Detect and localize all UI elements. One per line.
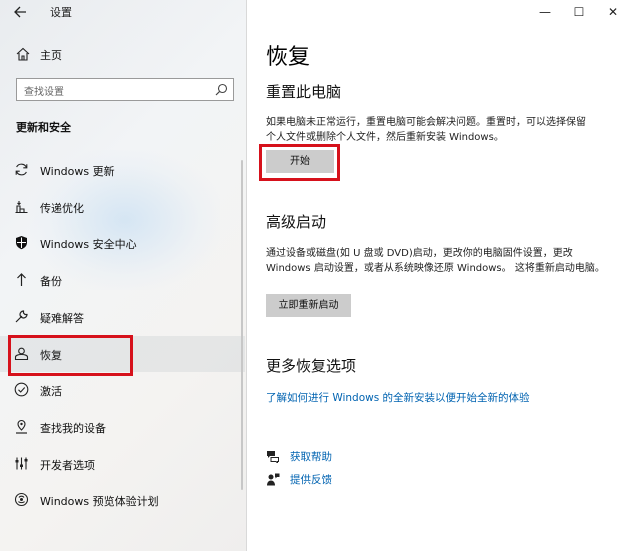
sidebar-item-label: 恢复 [40,349,62,362]
sidebar-item-activation[interactable]: 激活 [0,372,245,408]
refresh-icon [15,163,28,176]
insider-icon [14,492,29,507]
recovery-icon [14,347,29,361]
app-title: 设置 [50,6,72,19]
feedback-icon [267,473,280,486]
sidebar-item-delivery-optimization[interactable]: 传递优化 [0,189,245,225]
sidebar-item-recovery[interactable]: 恢复 [0,336,245,372]
minimize-button[interactable]: — [528,0,562,24]
sidebar-item-label: 激活 [40,385,62,398]
home-icon [16,47,30,61]
sidebar-item-backup[interactable]: 备份 [0,262,245,298]
reset-desc-line-2: 个人文件或删除个人文件，然后重新安装 Windows。 [266,132,504,143]
sidebar-item-windows-insider[interactable]: Windows 预览体验计划 [0,482,245,518]
reset-desc-line-1: 如果电脑未正常运行，重置电脑可能会解决问题。重置时，可以选择保留 [266,117,586,128]
back-arrow-icon [14,6,26,18]
home-nav-item[interactable]: 主页 [0,42,245,66]
reset-pc-heading: 重置此电脑 [266,83,342,101]
sidebar-item-label: Windows 安全中心 [40,238,137,251]
search-settings-input[interactable]: 查找设置 [16,78,234,101]
close-icon: ✕ [607,5,619,19]
sidebar-item-label: Windows 更新 [40,165,115,178]
shield-icon [16,236,27,250]
find-device-icon [16,419,27,434]
advanced-desc-line-2: Windows 启动设置，或者从系统映像还原 Windows。 这将重新启动电脑… [266,263,605,274]
sidebar-item-label: 疑难解答 [40,312,84,325]
maximize-button[interactable]: ☐ [562,0,596,24]
sidebar-item-label: Windows 预览体验计划 [40,495,159,508]
sidebar-item-label: 备份 [40,275,62,288]
backup-arrow-icon [17,273,26,286]
close-button[interactable]: ✕ [596,0,630,24]
delivery-optimization-icon [15,201,28,214]
sidebar-item-windows-security[interactable]: Windows 安全中心 [0,225,245,261]
back-button[interactable] [10,2,32,22]
restart-now-button[interactable]: 立即重新启动 [266,294,351,317]
home-label: 主页 [40,49,62,62]
developer-icon [15,457,28,470]
page-title: 恢复 [266,45,311,70]
advanced-startup-description: 通过设备或磁盘(如 U 盘或 DVD)启动，更改你的电脑固件设置，更改 Wind… [266,246,616,276]
sidebar-item-label: 开发者选项 [40,459,95,472]
maximize-icon: ☐ [573,5,585,19]
give-feedback-link[interactable]: 提供反馈 [290,472,332,487]
fresh-install-link[interactable]: 了解如何进行 Windows 的全新安装以便开始全新的体验 [266,390,530,405]
help-chat-icon [267,451,279,463]
minimize-icon: — [539,5,551,19]
sidebar-item-label: 传递优化 [40,202,84,215]
check-circle-icon [14,382,29,397]
nav-scrollbar[interactable] [241,160,243,490]
more-recovery-heading: 更多恢复选项 [266,357,357,375]
sidebar-item-find-my-device[interactable]: 查找我的设备 [0,409,245,445]
sidebar-item-windows-update[interactable]: Windows 更新 [0,152,245,188]
section-title: 更新和安全 [16,121,71,134]
content-pane: — ☐ ✕ 恢复 重置此电脑 如果电脑未正常运行，重置电脑可能会解决问题。重置时… [248,0,634,551]
advanced-desc-line-1: 通过设备或磁盘(如 U 盘或 DVD)启动，更改你的电脑固件设置，更改 [266,248,573,259]
search-icon [215,83,228,96]
get-started-button[interactable]: 开始 [266,150,334,173]
get-help-link[interactable]: 获取帮助 [290,449,332,464]
sidebar-item-troubleshoot[interactable]: 疑难解答 [0,299,245,335]
sidebar-item-developer-options[interactable]: 开发者选项 [0,446,245,482]
wrench-icon [15,310,28,323]
reset-pc-description: 如果电脑未正常运行，重置电脑可能会解决问题。重置时，可以选择保留 个人文件或删除… [266,115,616,145]
sidebar-item-label: 查找我的设备 [40,422,106,435]
search-placeholder: 查找设置 [24,87,64,98]
advanced-startup-heading: 高级启动 [266,213,327,231]
navigation-pane: 设置 主页 查找设置 更新和安全 Windows 更新 传递优化 Windows… [0,0,247,551]
